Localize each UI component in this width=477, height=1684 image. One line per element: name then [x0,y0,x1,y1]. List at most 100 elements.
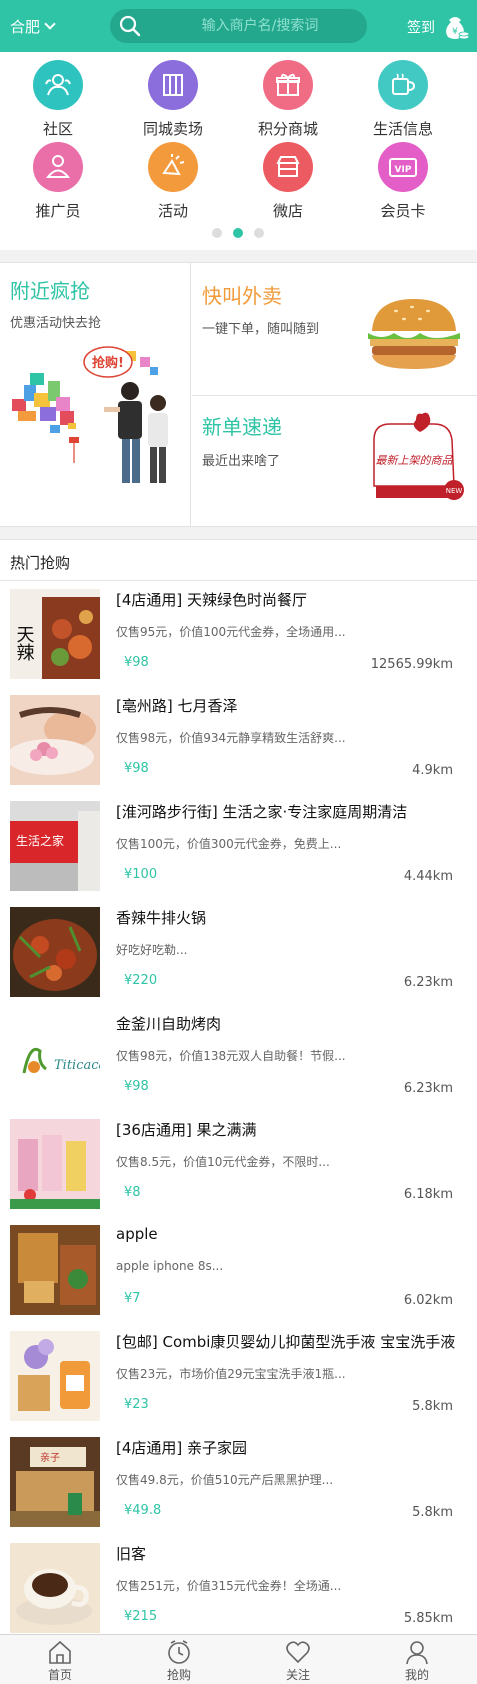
community-icon [45,74,71,96]
tab-label: 我的 [404,1668,429,1682]
item-price: ¥215 [124,1609,158,1624]
item-thumbnail [10,907,100,997]
item-desc: 仅售95元，价值100元代金券，全场通用... [116,625,346,639]
carousel-dot[interactable] [254,228,264,238]
list-item[interactable]: 旧客 仅售251元，价值315元代金券！全场通... ¥215 5.85km [0,1535,477,1641]
category-label: 推广员 [35,202,81,220]
tab-mine[interactable]: 我的 [387,1639,447,1683]
item-price: ¥7 [124,1291,141,1306]
signin-link[interactable]: 签到 [407,17,435,37]
new-tag-text: NEW [446,487,463,495]
promo-title: 快叫外卖 [202,284,282,308]
category-label: 微店 [272,202,303,220]
category-community[interactable]: 社区 [3,60,113,139]
item-distance: 5.8km [412,1505,453,1520]
svg-text:VIP: VIP [395,165,412,175]
promo-subtitle: 一键下单，随叫随到 [202,322,320,337]
promo-section: 附近疯抢 优惠活动快去抢 抢购! 快叫外卖 一键下单，随叫随到 新单速递 最近出… [0,262,477,527]
svg-text:¥: ¥ [452,27,458,37]
list-item[interactable]: [包邮] Combi康贝婴幼儿抑菌型洗手液 宝宝洗手液 仅售23元，市场价值29… [0,1323,477,1429]
item-desc: 仅售98元，价值138元双人自助餐！节假... [116,1049,346,1063]
item-distance: 12565.99km [370,657,453,672]
list-item[interactable]: 香辣牛排火锅 好吃好吃勒... ¥220 6.23km [0,899,477,1005]
item-name: [4店通用] 亲子家园 [116,1439,248,1457]
city-label: 合肥 [10,18,41,36]
category-label: 会员卡 [380,202,426,220]
category-life-info[interactable]: 生活信息 [348,60,458,139]
shop-icon [276,156,300,177]
list-item[interactable]: apple apple iphone 8s... ¥7 6.02km [0,1217,477,1323]
item-thumbnail [10,1119,100,1209]
category-promoter[interactable]: 推广员 [3,142,113,221]
tab-flash-sale[interactable]: 抢购 [149,1639,209,1683]
coin-bag-icon[interactable]: ¥ [440,12,470,42]
shopping-promo-illustration: 抢购! [12,346,168,483]
item-distance: 6.23km [403,975,453,990]
item-name: [包邮] Combi康贝婴幼儿抑菌型洗手液 宝宝洗手液 [116,1333,456,1351]
activity-icon [162,154,185,176]
thumb-text: Titicaca [54,1058,100,1073]
category-vip-card[interactable]: VIP 会员卡 [348,142,458,221]
category-activity[interactable]: 活动 [118,142,228,221]
category-label: 积分商城 [257,120,318,138]
tab-home[interactable]: 首页 [30,1639,90,1683]
item-name: 金釜川自助烤肉 [116,1015,222,1033]
list-item[interactable]: [亳州路] 七月香泽 仅售98元，价值934元静享精致生活舒爽... ¥98 4… [0,687,477,793]
item-distance: 5.8km [412,1399,453,1414]
clock-icon [168,1640,190,1664]
item-thumbnail [10,695,100,785]
promo-title: 附近疯抢 [10,279,90,303]
category-points-mall[interactable]: 积分商城 [233,60,343,139]
item-price: ¥220 [124,973,158,988]
list-item[interactable]: 亲子 [4店通用] 亲子家园 仅售49.8元，价值510元产后黑黑护理... ¥… [0,1429,477,1535]
item-price: ¥8 [124,1185,141,1200]
heart-icon [286,1641,310,1664]
promo-takeaway[interactable]: 快叫外卖 一键下单，随叫随到 [192,263,477,395]
list-item[interactable]: Titicaca 金釜川自助烤肉 仅售98元，价值138元双人自助餐！节假...… [0,1005,477,1111]
item-price: ¥49.8 [124,1503,162,1518]
search-icon [119,15,141,37]
search-box[interactable] [110,9,367,43]
item-name: [亳州路] 七月香泽 [116,697,238,715]
category-micro-shop[interactable]: 微店 [233,142,343,221]
item-desc: 仅售100元，价值300元代金券，免费上... [116,837,342,851]
item-thumbnail: Titicaca [10,1013,100,1103]
item-distance: 6.18km [403,1187,453,1202]
tab-label: 关注 [285,1668,310,1682]
list-item[interactable]: 天辣 [4店通用] 天辣绿色时尚餐厅 仅售95元，价值100元代金券，全场通用.… [0,581,477,687]
tab-label: 抢购 [166,1668,191,1682]
item-desc: 仅售23元，市场价值29元宝宝洗手液1瓶... [116,1367,346,1381]
chevron-down-icon [44,18,56,30]
list-item[interactable]: [36店通用] 果之满满 仅售8.5元，价值10元代金券，不限时... ¥8 6… [0,1111,477,1217]
item-distance: 5.85km [403,1611,453,1626]
thumb-text: 天辣 [14,625,35,661]
new-arrival-stamp-text: 最新上架的商品 [376,454,454,467]
category-label: 活动 [157,202,188,220]
item-thumbnail: 天辣 [10,589,100,679]
item-thumbnail [10,1225,100,1315]
item-desc: 好吃好吃勒... [116,943,188,957]
item-name: 旧客 [116,1545,147,1563]
carousel-indicator [212,228,272,238]
top-bar: 合肥 签到 ¥ [0,0,477,52]
item-price: ¥100 [124,867,158,882]
item-price: ¥98 [124,1079,149,1094]
category-mall[interactable]: 同城卖场 [118,60,228,139]
promo-nearby-deals[interactable]: 附近疯抢 优惠活动快去抢 抢购! [0,263,191,526]
home-icon [49,1640,71,1664]
carousel-dot[interactable] [212,228,222,238]
list-item[interactable]: 生活之家 [淮河路步行街] 生活之家·专注家庭周期清洁 仅售100元，价值300… [0,793,477,899]
item-distance: 4.44km [403,869,453,884]
user-icon [406,1641,428,1665]
tab-follow[interactable]: 关注 [268,1639,328,1683]
promo-new-arrivals[interactable]: 新单速递 最近出来啥了 最新上架的商品 NEW [192,396,477,526]
item-desc: 仅售49.8元，价值510元产后黑黑护理... [116,1473,334,1487]
vip-card-icon: VIP [389,158,417,177]
city-selector[interactable]: 合肥 [10,16,56,37]
item-price: ¥98 [124,761,149,776]
search-input[interactable] [170,15,350,37]
carousel-dot-active[interactable] [233,228,243,238]
item-distance: 6.02km [403,1293,453,1308]
thumb-text: 亲子 [40,1451,60,1464]
tab-label: 首页 [47,1668,72,1682]
